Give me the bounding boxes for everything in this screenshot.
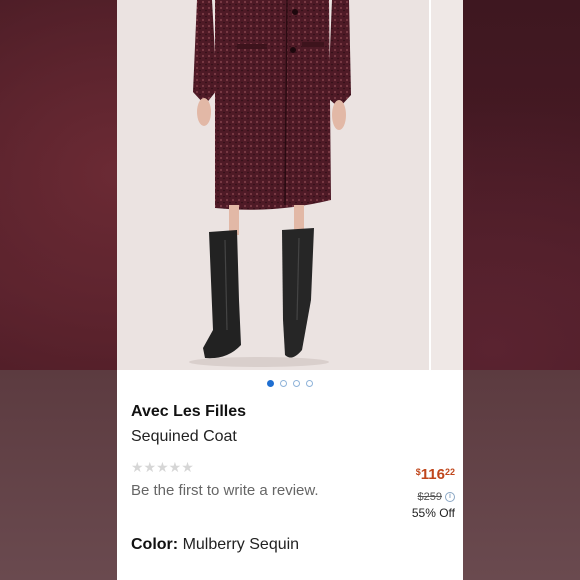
original-price: $259 xyxy=(417,491,442,503)
rating-stars-icon[interactable]: ★★★★★ xyxy=(131,459,194,476)
price-block: $11622 $259 i 55% Off xyxy=(335,466,455,520)
color-value: Mulberry Sequin xyxy=(182,536,300,553)
review-prompt-link[interactable]: Be the first to write a review. xyxy=(131,480,331,501)
product-name: Sequined Coat xyxy=(131,428,237,445)
pager-dot-3[interactable] xyxy=(293,380,300,387)
next-image-peek[interactable] xyxy=(429,0,463,370)
pager-dot-1[interactable] xyxy=(267,380,274,387)
pager-dot-2[interactable] xyxy=(280,380,287,387)
product-image[interactable] xyxy=(117,0,463,370)
original-price-row: $259 i xyxy=(335,491,455,503)
info-icon[interactable]: i xyxy=(445,492,455,502)
sale-price: $11622 xyxy=(335,466,455,483)
product-card: Avec Les Filles Sequined Coat ★★★★★ Be t… xyxy=(117,0,463,580)
color-selection: Color: Mulberry Sequin xyxy=(131,536,299,554)
image-pager xyxy=(117,380,463,387)
discount-label: 55% Off xyxy=(411,506,455,520)
pager-dot-4[interactable] xyxy=(306,380,313,387)
brand-name[interactable]: Avec Les Filles xyxy=(131,403,246,421)
price-whole: 116 xyxy=(420,466,445,483)
color-label: Color: xyxy=(131,536,179,553)
price-currency: $ xyxy=(415,467,421,477)
product-photo-illustration xyxy=(189,0,351,367)
price-cents: 22 xyxy=(444,467,455,477)
